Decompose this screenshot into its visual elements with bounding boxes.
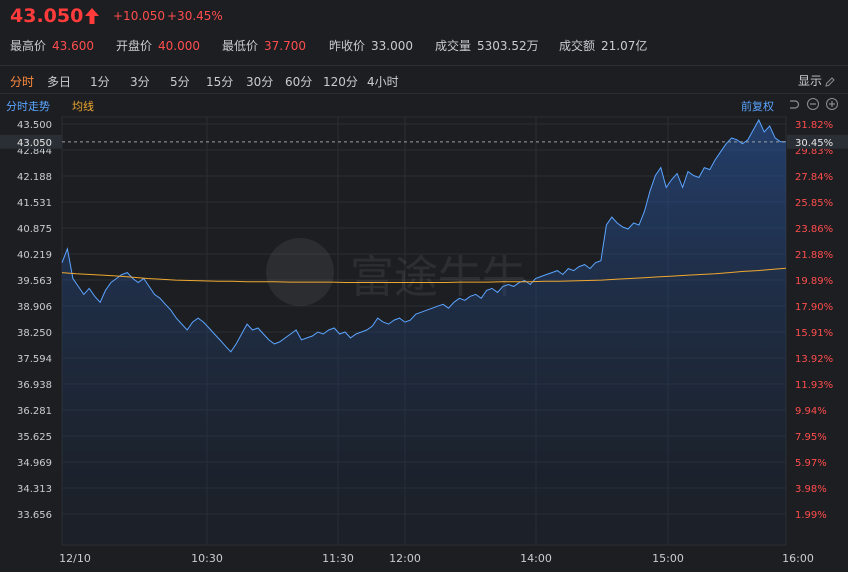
y-left-tick: 38.250 bbox=[17, 328, 52, 339]
left-axis: 43.50042.84442.18841.53140.87540.21939.5… bbox=[17, 120, 52, 521]
y-right-tick: 1.99% bbox=[795, 510, 827, 521]
x-tick: 10:30 bbox=[191, 552, 223, 565]
series-layer bbox=[61, 118, 787, 545]
y-right-tick: 17.90% bbox=[795, 302, 833, 313]
y-right-tick: 9.94% bbox=[795, 406, 827, 417]
y-left-tick: 40.219 bbox=[17, 250, 52, 261]
y-right-tick: 13.92% bbox=[795, 354, 833, 365]
y-right-tick: 23.86% bbox=[795, 224, 833, 235]
y-left-tick: 38.906 bbox=[17, 302, 52, 313]
y-right-tick: 21.88% bbox=[795, 250, 833, 261]
y-right-tick: 31.82% bbox=[795, 120, 833, 131]
y-left-tick: 37.594 bbox=[17, 354, 52, 365]
y-left-tick: 36.938 bbox=[17, 380, 52, 391]
y-right-tick: 3.98% bbox=[795, 484, 827, 495]
right-axis: 31.82%29.83%27.84%25.85%23.86%21.88%19.8… bbox=[795, 120, 833, 521]
x-tick: 11:30 bbox=[322, 552, 354, 565]
y-left-tick: 33.656 bbox=[17, 510, 52, 521]
y-right-tick: 11.93% bbox=[795, 380, 833, 391]
intraday-chart[interactable]: 富途牛牛 43.50042.84442.18841.53140.87540.21… bbox=[0, 0, 848, 572]
y-right-tick: 19.89% bbox=[795, 276, 833, 287]
price-area bbox=[62, 120, 786, 545]
y-left-tick: 40.875 bbox=[17, 224, 52, 235]
y-right-tick: 27.84% bbox=[795, 172, 833, 183]
y-left-tick: 34.313 bbox=[17, 484, 52, 495]
time-axis: 12/10 10:30 11:30 12:00 14:00 15:00 16:00 bbox=[59, 552, 814, 565]
x-tick: 12:00 bbox=[389, 552, 421, 565]
y-right-tick: 5.97% bbox=[795, 458, 827, 469]
y-left-tick: 41.531 bbox=[17, 198, 52, 209]
y-right-tick: 7.95% bbox=[795, 432, 827, 443]
current-price-marker: 43.050 30.45% bbox=[0, 134, 848, 149]
x-tick: 16:00 bbox=[782, 552, 814, 565]
current-price-label: 43.050 bbox=[17, 138, 52, 149]
current-pct-label: 30.45% bbox=[795, 138, 833, 149]
y-left-tick: 35.625 bbox=[17, 432, 52, 443]
x-tick: 15:00 bbox=[652, 552, 684, 565]
y-right-tick: 25.85% bbox=[795, 198, 833, 209]
y-left-tick: 34.969 bbox=[17, 458, 52, 469]
y-left-tick: 42.188 bbox=[17, 172, 52, 183]
x-tick: 14:00 bbox=[520, 552, 552, 565]
y-left-tick: 36.281 bbox=[17, 406, 52, 417]
x-tick: 12/10 bbox=[59, 552, 91, 565]
y-left-tick: 43.500 bbox=[17, 120, 52, 131]
y-left-tick: 39.563 bbox=[17, 276, 52, 287]
y-right-tick: 15.91% bbox=[795, 328, 833, 339]
